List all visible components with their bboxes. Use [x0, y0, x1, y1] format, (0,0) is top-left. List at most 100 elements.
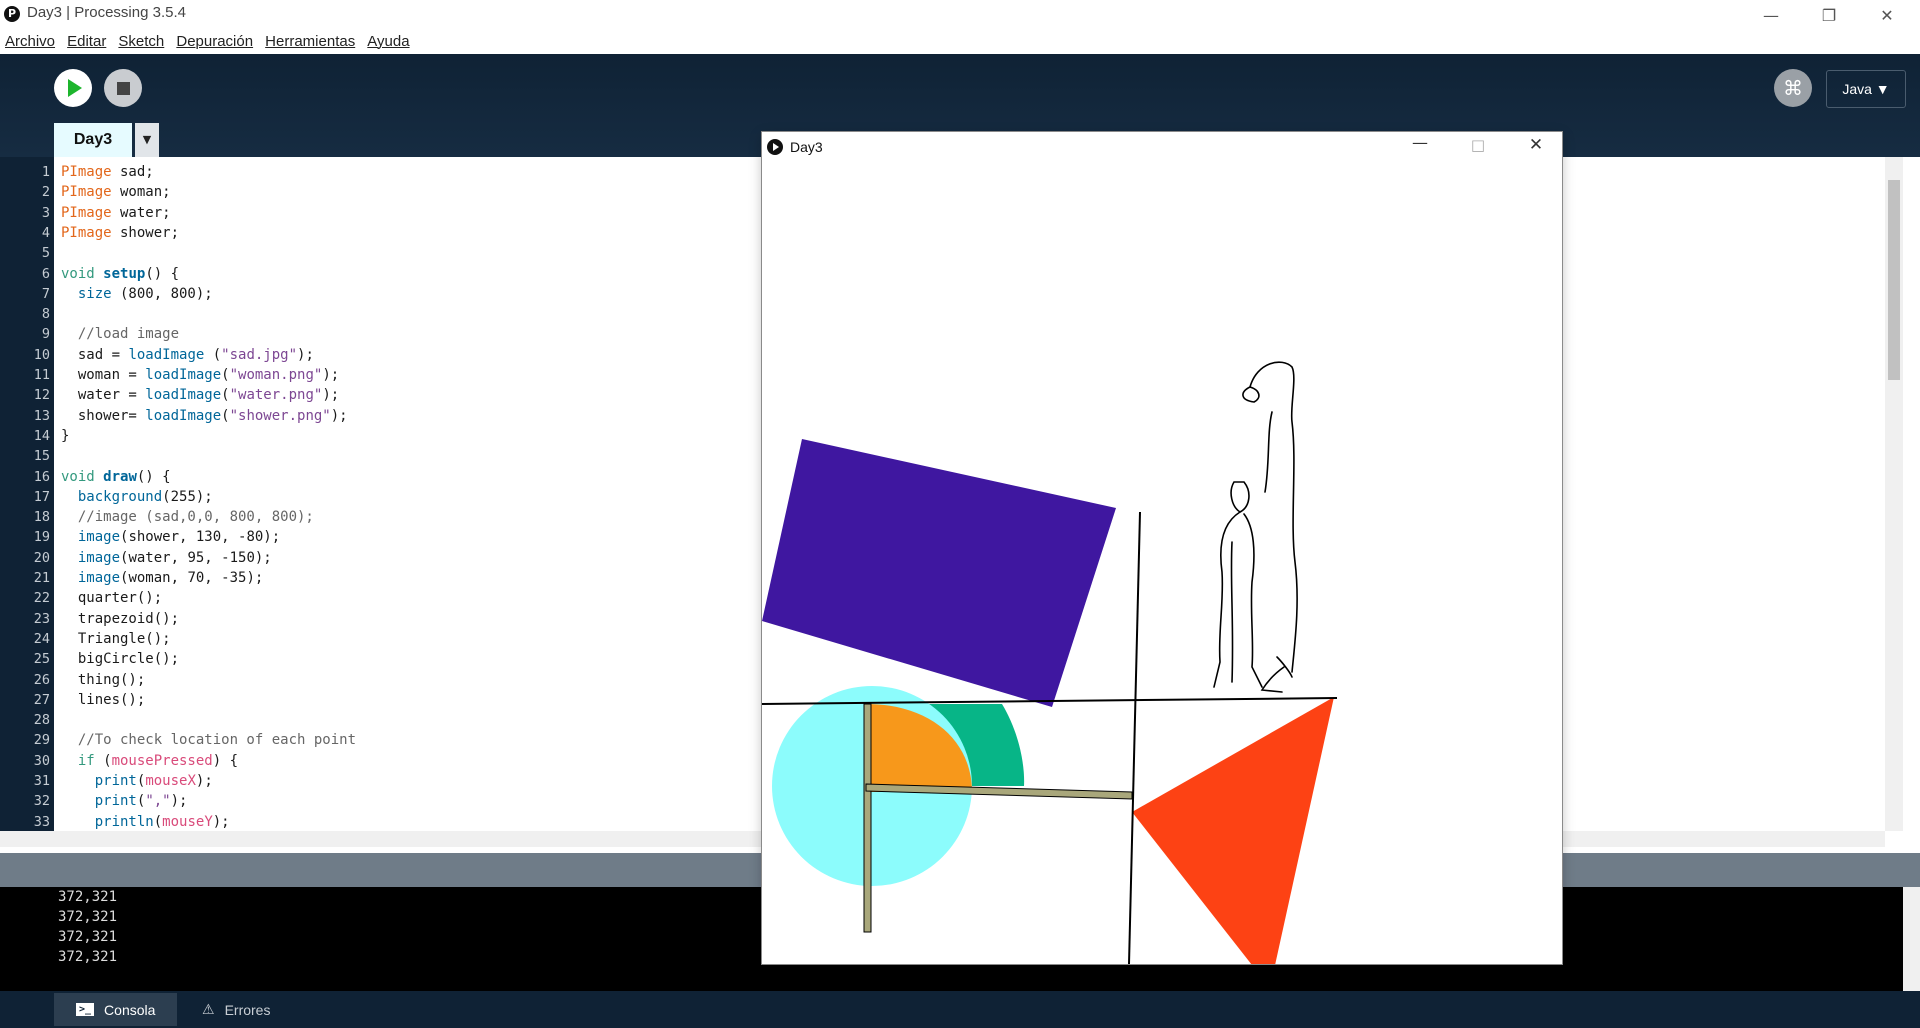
code-token: background — [77, 488, 163, 505]
code-line[interactable]: //load image — [61, 326, 179, 342]
code-line[interactable]: void setup() { — [61, 266, 179, 282]
restore-icon[interactable]: ❐ — [1800, 0, 1858, 30]
sketch-maximize-icon[interactable]: □ — [1458, 136, 1498, 154]
sketch-title: Day3 — [790, 139, 823, 155]
console-line: 372,321 — [58, 949, 118, 965]
code-line[interactable]: } — [61, 428, 69, 444]
debugger-button[interactable]: ⌘ — [1774, 69, 1812, 107]
sketch-close-icon[interactable]: ✕ — [1516, 135, 1556, 155]
code-token: water = — [61, 387, 146, 404]
stop-icon — [116, 81, 130, 95]
code-token: ) { — [212, 752, 239, 769]
code-token: mouseX — [145, 773, 196, 789]
menu-editar[interactable]: Editar — [67, 30, 106, 54]
code-token: quarter(); — [61, 590, 163, 607]
warning-icon: ⚠ — [202, 1001, 215, 1017]
editor-scroll-thumb[interactable] — [1888, 180, 1900, 380]
code-token: ); — [212, 813, 230, 830]
code-line[interactable]: Triangle(); — [61, 631, 171, 647]
code-token: print — [94, 773, 137, 789]
code-line[interactable]: print(mouseX); — [61, 773, 213, 789]
menu-depuracion[interactable]: Depuración — [176, 30, 253, 54]
code-line[interactable]: void draw() { — [61, 469, 171, 485]
code-line[interactable]: woman = loadImage("woman.png"); — [61, 367, 339, 383]
code-token: shower; — [111, 224, 180, 241]
code-token: () { — [136, 468, 171, 485]
run-button[interactable] — [54, 69, 92, 107]
code-token: () { — [145, 265, 180, 282]
tab-errores[interactable]: ⚠ Errores — [180, 993, 292, 1026]
code-token: (woman, 70, -35); — [120, 570, 264, 586]
tab-day3[interactable]: Day3 — [54, 123, 132, 157]
code-token: ( — [221, 387, 230, 404]
vertical-line — [1128, 511, 1141, 964]
code-token: (water, 95, -150); — [120, 549, 272, 566]
code-token: PImage — [61, 184, 112, 201]
code-line[interactable]: size (800, 800); — [61, 286, 213, 302]
code-line[interactable]: PImage sad; — [61, 164, 154, 180]
code-line[interactable]: water = loadImage("water.png"); — [61, 387, 339, 403]
code-token: mouseY — [162, 813, 213, 830]
code-token: (800, 800); — [111, 285, 213, 302]
minimize-icon[interactable]: — — [1742, 0, 1800, 30]
console-scrollbar[interactable] — [1903, 887, 1920, 991]
menu-herramientas[interactable]: Herramientas — [265, 30, 355, 54]
close-icon[interactable]: ✕ — [1858, 0, 1916, 30]
code-token: ( — [221, 367, 230, 383]
menu-ayuda[interactable]: Ayuda — [367, 30, 409, 54]
code-line[interactable]: shower= loadImage("shower.png"); — [61, 408, 348, 424]
red-triangle — [1132, 697, 1334, 964]
code-line[interactable]: PImage shower; — [61, 225, 179, 241]
code-line[interactable]: trapezoid(); — [61, 611, 179, 627]
sketch-minimize-icon[interactable]: — — [1400, 133, 1440, 152]
code-line[interactable]: bigCircle(); — [61, 651, 179, 667]
tab-menu-button[interactable]: ▼ — [135, 123, 159, 157]
code-token: void — [61, 265, 95, 282]
code-token: ); — [297, 346, 314, 363]
stop-button[interactable] — [104, 69, 142, 107]
menu-sketch[interactable]: Sketch — [118, 30, 164, 54]
code-token: } — [61, 427, 70, 444]
menu-archivo[interactable]: Archivo — [5, 30, 55, 54]
code-token: water; — [111, 204, 171, 221]
shower-figure-drawing — [1213, 361, 1298, 693]
code-line[interactable]: thing(); — [61, 672, 145, 688]
code-token: setup — [103, 265, 146, 282]
code-token: print — [94, 793, 137, 810]
code-line[interactable]: PImage water; — [61, 205, 171, 221]
code-token: PImage — [61, 164, 112, 180]
play-icon — [68, 79, 82, 97]
code-line[interactable]: //To check location of each point — [61, 732, 356, 748]
code-token: image — [77, 549, 121, 566]
code-line[interactable]: sad = loadImage ("sad.jpg"); — [61, 347, 314, 363]
code-token: loadImage — [128, 346, 205, 363]
code-line[interactable]: lines(); — [61, 692, 145, 708]
code-line[interactable]: quarter(); — [61, 590, 162, 606]
code-line[interactable]: image(shower, 130, -80); — [61, 529, 280, 545]
code-line[interactable]: background(255); — [61, 489, 213, 505]
code-token: ); — [330, 407, 348, 424]
code-token: ( — [94, 752, 112, 769]
code-token: woman = — [61, 367, 146, 383]
code-token: loadImage — [145, 387, 222, 404]
code-line[interactable]: image(woman, 70, -35); — [61, 570, 263, 586]
code-line[interactable]: println(mouseY); — [61, 814, 230, 830]
code-line[interactable]: image(water, 95, -150); — [61, 550, 272, 566]
tab-consola[interactable]: >_ Consola — [54, 993, 178, 1026]
code-token: "," — [145, 793, 171, 810]
console-line: 372,321 — [58, 909, 118, 925]
sketch-canvas[interactable] — [762, 162, 1562, 964]
code-token: sad = — [61, 346, 129, 363]
title-bar — [0, 0, 1920, 30]
mode-selector[interactable]: Java ▼ — [1826, 70, 1906, 108]
code-line[interactable]: if (mousePressed) { — [61, 753, 238, 769]
code-line[interactable]: //image (sad,0,0, 800, 800); — [61, 509, 314, 525]
code-line[interactable]: print(","); — [61, 793, 188, 810]
code-token: thing(); — [61, 671, 146, 688]
code-line[interactable]: PImage woman; — [61, 184, 171, 200]
processing-logo-icon: P — [4, 6, 20, 22]
